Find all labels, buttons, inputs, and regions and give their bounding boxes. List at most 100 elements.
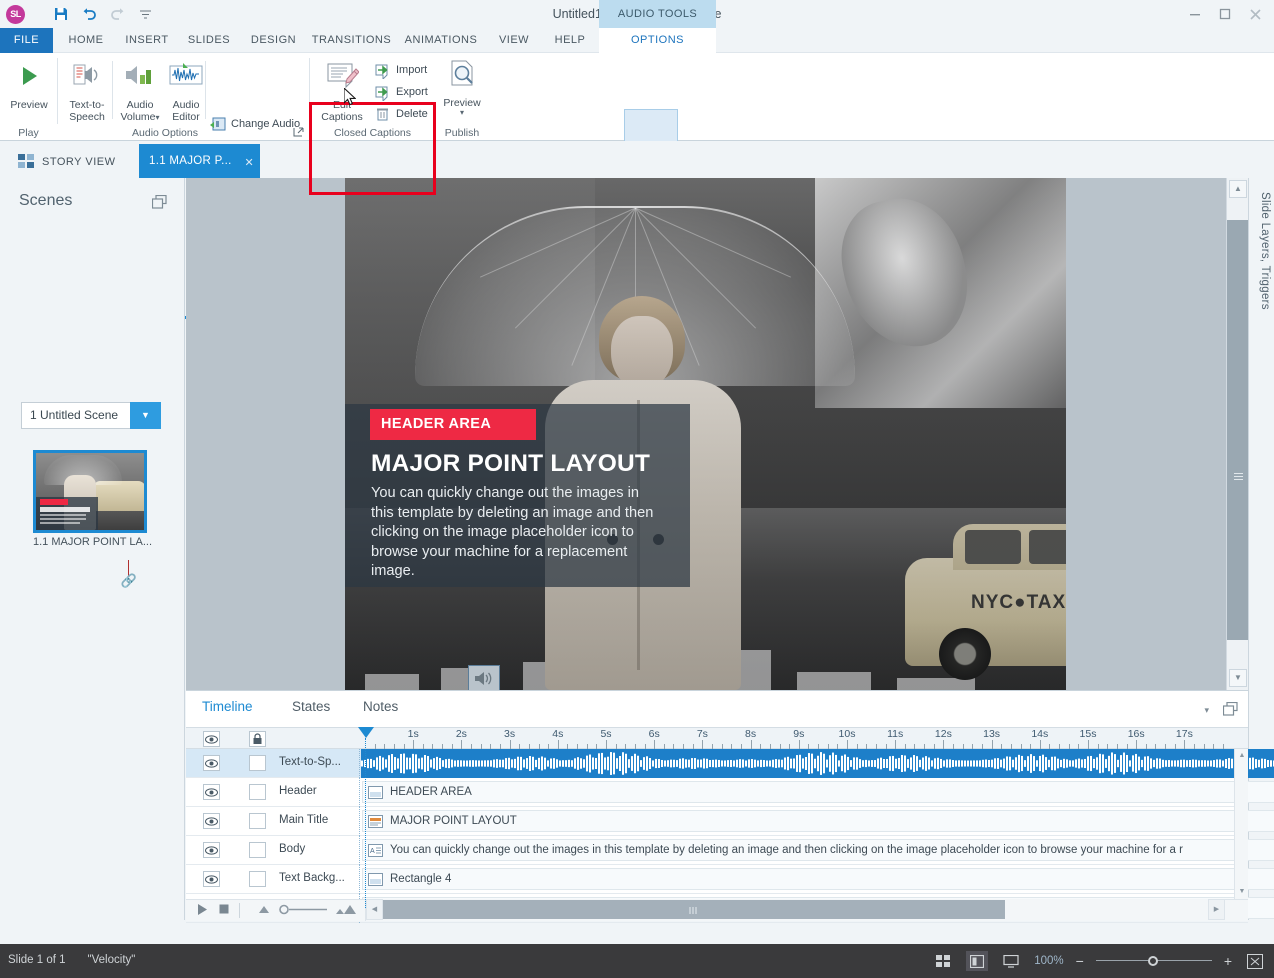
audio-options-dialog-launcher-icon[interactable] [293,127,304,138]
ruler-major-tick [1088,740,1089,749]
chevron-down-icon[interactable]: ▼ [130,402,161,429]
slide-thumbnail[interactable] [33,450,147,533]
zoom-out-timeline-button[interactable] [256,903,272,916]
timeline-object-bar[interactable]: HEADER AREA [362,781,1274,803]
theme-name: "Velocity" [87,954,136,966]
scroll-down-icon[interactable]: ▼ [1229,669,1247,687]
timeline-row[interactable]: Header HEADER AREA [186,778,1274,807]
lock-icon[interactable] [249,784,266,800]
lock-icon[interactable] [249,731,266,747]
lock-icon[interactable] [249,813,266,829]
timeline-playhead[interactable] [358,727,374,738]
slide-canvas-area[interactable]: NYC●TAXI [186,178,1248,690]
lock-icon[interactable] [249,755,266,771]
slide-tab-1-1[interactable]: 1.1 MAJOR P... ✕ [139,144,260,178]
tab-transitions[interactable]: TRANSITIONS [308,28,395,53]
tab-file[interactable]: FILE [0,28,53,53]
stop-button[interactable] [218,903,230,916]
preview-play-button[interactable]: Preview [1,61,57,111]
header-area-shape[interactable]: HEADER AREA [370,409,536,440]
tab-insert[interactable]: INSERT [118,28,176,53]
ruler-label: 4s [552,728,564,740]
fit-to-window-icon[interactable] [1244,951,1266,971]
zoom-in-timeline-button[interactable] [334,903,360,916]
lock-icon[interactable] [249,842,266,858]
timeline-hscroll-thumb[interactable] [383,900,1005,919]
tab-design[interactable]: DESIGN [242,28,305,53]
timeline-row[interactable]: Main Title MAJOR POINT LAYOUT [186,807,1274,836]
timeline-object-label: HEADER AREA [390,786,472,798]
timeline-object-bar[interactable]: MAJOR POINT LAYOUT [362,810,1274,832]
tab-timeline[interactable]: Timeline [202,699,253,714]
story-view-icon[interactable] [932,951,954,971]
delete-captions-button[interactable]: Delete [374,103,428,125]
text-to-speech-button[interactable]: Text-to- Speech [59,61,115,123]
zoom-in-button[interactable]: + [1224,953,1232,969]
timeline-row[interactable]: Text-to-Sp... [186,749,1274,778]
timeline-ruler[interactable]: 1s 2s 3s 4s 5s 6s 7s 8s 9s 10s 11s 12s 13s 14s 15s 16s 1… [360,727,1228,749]
audio-object-icon[interactable] [468,665,500,690]
main-title-textbox[interactable]: MAJOR POINT LAYOUT [371,450,681,478]
close-button[interactable] [1240,0,1270,28]
tab-view[interactable]: VIEW [490,28,538,53]
timeline-horizontal-scrollbar[interactable]: ◀ ▶ [365,899,1225,921]
tab-options[interactable]: OPTIONS [599,28,716,53]
ruler-major-tick [702,740,704,749]
story-view-label: STORY VIEW [42,156,116,168]
edit-captions-icon [315,61,369,99]
body-textbox[interactable]: You can quickly change out the images in… [371,484,663,582]
ribbon: Preview Play Text-to- Speech Audio Volum… [0,53,1274,195]
timeline-vertical-scrollbar[interactable]: ▲ ▼ [1234,749,1248,899]
tab-animations[interactable]: ANIMATIONS [398,28,484,53]
timeline-row[interactable]: Text Backg... Rectangle 4 [186,865,1274,894]
preview-dropdown-chevron-icon[interactable]: ▾ [434,109,490,117]
timeline-row[interactable]: Body A You can quickly change out the imag… [186,836,1274,865]
export-captions-button[interactable]: Export [374,81,428,103]
eye-icon[interactable] [203,755,220,771]
tab-states[interactable]: States [292,699,330,714]
zoom-slider[interactable] [1095,951,1212,971]
timeline-scroll-right-icon[interactable]: ▶ [1208,899,1225,920]
eye-icon[interactable] [203,813,220,829]
normal-view-icon[interactable] [966,951,989,971]
timeline-scroll-left-icon[interactable]: ◀ [366,899,383,920]
scroll-up-icon[interactable]: ▲ [1229,180,1247,198]
tab-help[interactable]: HELP [545,28,595,53]
lock-icon[interactable] [249,871,266,887]
timeline-collapse-icon[interactable]: ▾ [1204,705,1209,716]
timeline-scroll-up-icon[interactable]: ▲ [1235,749,1249,763]
presenter-view-icon[interactable] [1000,951,1022,971]
story-view-tab[interactable]: STORY VIEW [18,148,115,176]
minimize-button[interactable] [1180,0,1210,28]
tab-notes[interactable]: Notes [363,699,398,714]
slide-stage[interactable]: NYC●TAXI [345,178,1066,690]
storyline-window: SL Untitled1* - Articulate Storyline AUD… [0,0,1274,978]
slide-layers-triggers-rail[interactable]: Slide Layers, Triggers [1248,178,1274,920]
eye-icon[interactable] [203,731,220,747]
eye-icon[interactable] [203,784,220,800]
edit-captions-content[interactable]: Edit Captions [315,61,369,123]
canvas-vertical-scrollbar[interactable]: ▲ ▼ [1226,178,1249,690]
slide-link-icon[interactable]: 🔗 [120,574,138,588]
timeline-restore-icon[interactable] [1222,701,1238,719]
play-button[interactable] [196,903,208,916]
close-icon[interactable]: ✕ [244,146,254,180]
preview-publish-button[interactable]: Preview ▾ [434,59,490,117]
eye-icon[interactable] [203,871,220,887]
restore-panel-icon[interactable] [151,194,167,209]
scene-selector[interactable]: 1 Untitled Scene ▼ [21,402,161,429]
tab-home[interactable]: HOME [58,28,114,53]
timeline-audio-bar[interactable] [361,749,1274,778]
ruler-label: 17s [1175,728,1193,740]
import-captions-button[interactable]: Import [374,59,427,81]
scenes-panel: Scenes 1 Untitled Scene ▼ 1.1 MAJOR POIN… [0,178,185,920]
tab-slides[interactable]: SLIDES [180,28,238,53]
maximize-button[interactable] [1210,0,1240,28]
timeline-zoom-slider[interactable] [278,903,330,916]
timeline-scroll-down-icon[interactable]: ▼ [1235,885,1249,899]
zoom-out-button[interactable]: − [1076,953,1084,969]
timeline-object-bar[interactable]: A You can quickly change out the images i… [362,839,1274,861]
canvas-scroll-thumb[interactable] [1227,220,1249,640]
timeline-object-bar[interactable]: Rectangle 4 [362,868,1274,890]
eye-icon[interactable] [203,842,220,858]
